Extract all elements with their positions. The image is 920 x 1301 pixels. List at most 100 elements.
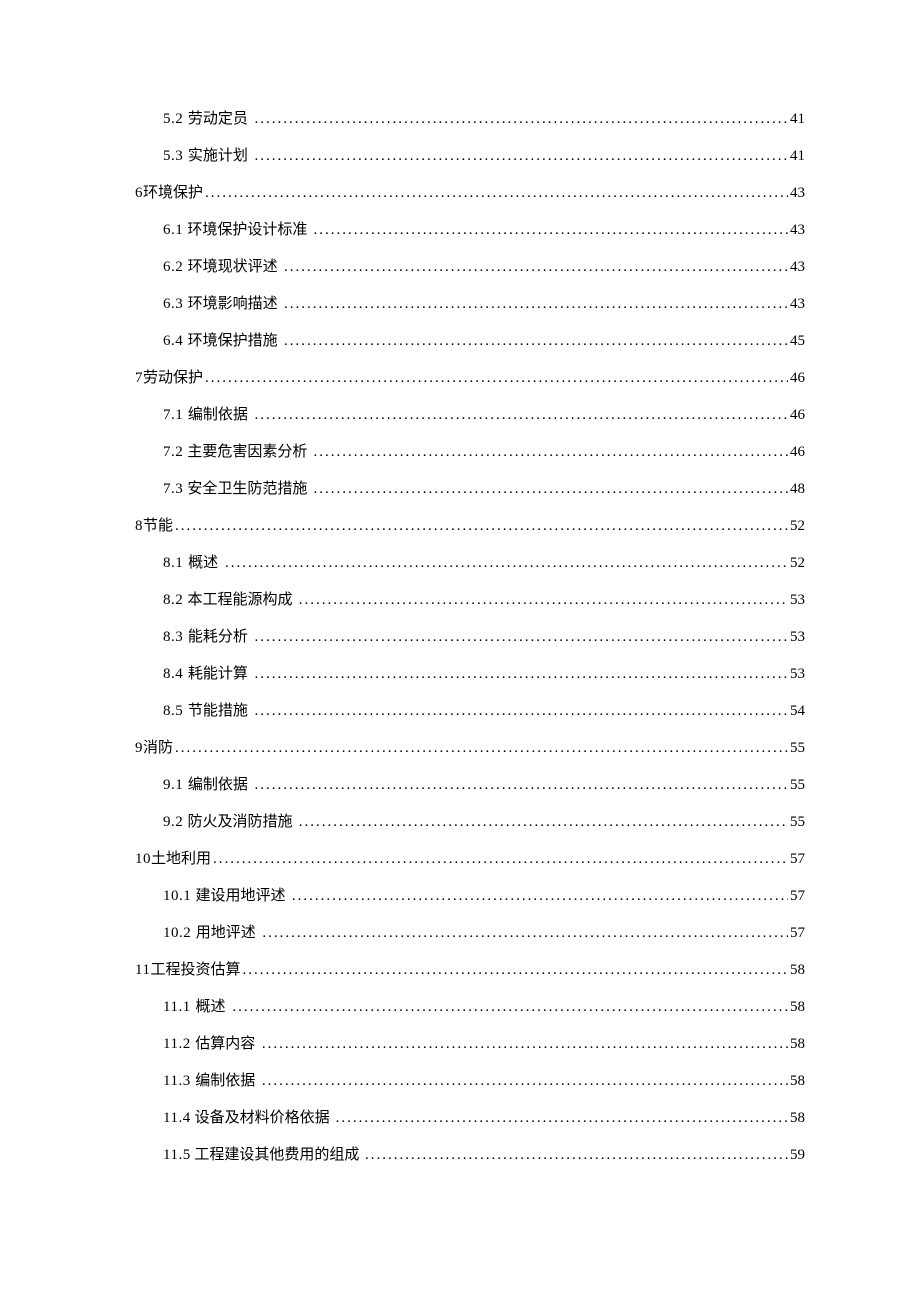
toc-title: 概述 — [188, 556, 218, 571]
toc-leader-dots — [211, 852, 788, 867]
toc-leader-dots — [223, 556, 788, 571]
toc-entry: 11工程投资估算 58 — [135, 963, 805, 978]
toc-page-number: 41 — [788, 149, 805, 164]
toc-page-number: 57 — [788, 889, 805, 904]
toc-number: 6.3 — [163, 297, 183, 312]
toc-leader-dots — [173, 741, 788, 756]
toc-leader-dots — [260, 1037, 788, 1052]
toc-leader-dots — [203, 371, 788, 386]
toc-entry: 8.1 概述 52 — [163, 556, 805, 571]
toc-leader-dots — [253, 704, 788, 719]
toc-entry: 10.2 用地评述 57 — [163, 926, 805, 941]
toc-title: 环境保护 — [143, 186, 203, 201]
toc-entry: 11.4 设备及材料价格依据 58 — [163, 1111, 805, 1126]
toc-entry: 7.1编制依据46 — [163, 408, 805, 423]
toc-number: 11.4 — [163, 1111, 191, 1126]
toc-page-number: 46 — [788, 371, 805, 386]
table-of-contents: 5.2劳动定员41 5.3实施计划41 6环境保护 43 6.1 环境保护设计标准 43 6.… — [135, 112, 805, 1163]
toc-title: 编制依据 — [195, 1074, 255, 1089]
toc-number: 7.1 — [163, 408, 183, 423]
toc-title: 能耗分析 — [188, 630, 248, 645]
toc-number: 9.2 — [163, 815, 183, 830]
toc-page-number: 41 — [788, 112, 805, 127]
toc-title: 编制依据 — [188, 408, 248, 423]
toc-page-number: 53 — [788, 667, 805, 682]
toc-title: 主要危害因素分析 — [187, 445, 307, 460]
toc-page-number: 57 — [788, 926, 805, 941]
toc-entry: 8节能52 — [135, 519, 805, 534]
toc-entry: 8.3能耗分析53 — [163, 630, 805, 645]
toc-page-number: 52 — [788, 519, 805, 534]
toc-number: 6.1 — [163, 223, 183, 238]
toc-entry: 7.3安全卫生防范措施48 — [163, 482, 805, 497]
toc-entry: 11.2估算内容58 — [163, 1037, 805, 1052]
toc-page-number: 58 — [788, 1074, 805, 1089]
toc-title: 节能措施 — [188, 704, 248, 719]
toc-number: 7 — [135, 371, 143, 386]
toc-leader-dots — [253, 112, 788, 127]
toc-leader-dots — [297, 815, 788, 830]
toc-page-number: 58 — [788, 1037, 805, 1052]
toc-page-number: 58 — [788, 1111, 805, 1126]
toc-page-number: 43 — [788, 186, 805, 201]
toc-entry: 11.3 编制依据 58 — [163, 1074, 805, 1089]
document-page: 5.2劳动定员41 5.3实施计划41 6环境保护 43 6.1 环境保护设计标准 43 6.… — [0, 0, 920, 1301]
toc-title: 建设用地评述 — [196, 889, 286, 904]
toc-number: 10.2 — [163, 926, 191, 941]
toc-title: 土地利用 — [151, 852, 211, 867]
toc-number: 11.1 — [163, 1000, 191, 1015]
toc-page-number: 52 — [788, 556, 805, 571]
toc-number: 11.3 — [163, 1074, 191, 1089]
toc-leader-dots — [203, 186, 788, 201]
toc-page-number: 58 — [788, 963, 805, 978]
toc-entry: 10土地利用57 — [135, 852, 805, 867]
toc-page-number: 48 — [788, 482, 805, 497]
toc-page-number: 57 — [788, 852, 805, 867]
toc-title: 环境保护措施 — [188, 334, 278, 349]
toc-number: 6 — [135, 186, 143, 201]
toc-entry: 6.2环境现状评述43 — [163, 260, 805, 275]
toc-page-number: 54 — [788, 704, 805, 719]
toc-leader-dots — [282, 297, 788, 312]
toc-leader-dots — [311, 223, 788, 238]
toc-number: 8.5 — [163, 704, 183, 719]
toc-entry: 6.4环境保护措施45 — [163, 334, 805, 349]
toc-title: 用地评述 — [196, 926, 256, 941]
toc-entry: 9.1编制依据55 — [163, 778, 805, 793]
toc-title: 工程投资估算 — [150, 963, 240, 978]
toc-page-number: 55 — [788, 741, 805, 756]
toc-leader-dots — [282, 334, 788, 349]
toc-page-number: 46 — [788, 445, 805, 460]
toc-number: 11 — [135, 963, 150, 978]
toc-entry: 6环境保护 43 — [135, 186, 805, 201]
toc-title: 耗能计算 — [188, 667, 248, 682]
toc-page-number: 58 — [788, 1000, 805, 1015]
toc-entry: 5.3实施计划41 — [163, 149, 805, 164]
toc-number: 8.2 — [163, 593, 183, 608]
toc-leader-dots — [260, 1074, 788, 1089]
toc-leader-dots — [253, 149, 788, 164]
toc-leader-dots — [334, 1111, 788, 1126]
toc-number: 5.3 — [163, 149, 183, 164]
toc-entry: 8.4耗能计算53 — [163, 667, 805, 682]
toc-page-number: 55 — [788, 815, 805, 830]
toc-title: 工程建设其他费用的组成 — [194, 1148, 359, 1163]
toc-leader-dots — [240, 963, 788, 978]
toc-leader-dots — [260, 926, 788, 941]
toc-page-number: 55 — [788, 778, 805, 793]
toc-title: 环境保护设计标准 — [187, 223, 307, 238]
toc-title: 本工程能源构成 — [187, 593, 292, 608]
toc-number: 8.1 — [163, 556, 183, 571]
toc-number: 8 — [135, 519, 143, 534]
toc-page-number: 53 — [788, 630, 805, 645]
toc-title: 估算内容 — [195, 1037, 255, 1052]
toc-number: 11.5 — [163, 1148, 191, 1163]
toc-title: 安全卫生防范措施 — [187, 482, 307, 497]
toc-title: 编制依据 — [188, 778, 248, 793]
toc-number: 5.2 — [163, 112, 183, 127]
toc-page-number: 59 — [788, 1148, 805, 1163]
toc-entry: 8.5 节能措施 54 — [163, 704, 805, 719]
toc-title: 设备及材料价格依据 — [195, 1111, 330, 1126]
toc-entry: 9消防55 — [135, 741, 805, 756]
toc-entry: 5.2劳动定员41 — [163, 112, 805, 127]
